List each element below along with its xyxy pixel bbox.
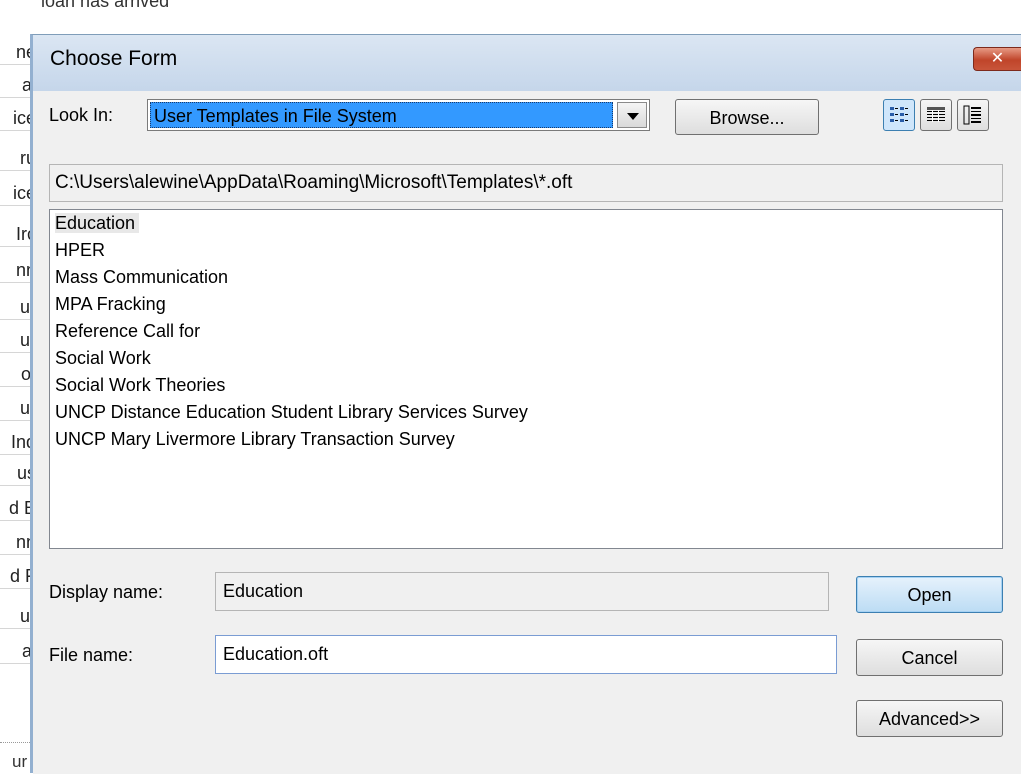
open-button[interactable]: Open xyxy=(856,576,1003,613)
form-list-item-label: UNCP Mary Livermore Library Transaction … xyxy=(55,429,455,449)
look-in-selected-value: User Templates in File System xyxy=(150,102,613,128)
properties-view-icon xyxy=(963,105,981,125)
display-name-label: Display name: xyxy=(49,582,164,602)
background-header: sted loan has arrived xyxy=(0,0,1021,26)
form-list-item-label: UNCP Distance Education Student Library … xyxy=(55,402,528,422)
close-button[interactable]: ✕ xyxy=(973,47,1021,71)
list-view-button[interactable] xyxy=(883,99,915,131)
chevron-down-icon[interactable] xyxy=(617,102,647,128)
cancel-button[interactable]: Cancel xyxy=(856,639,1003,676)
form-list-item[interactable]: Mass Communication xyxy=(50,264,1002,291)
form-list-item-label: Social Work xyxy=(55,348,151,368)
list-view-icon xyxy=(890,107,908,122)
details-view-button[interactable] xyxy=(920,99,952,131)
form-list[interactable]: Education HPER Mass Communication MPA Frack… xyxy=(49,209,1003,549)
form-list-item-label: Reference Call for xyxy=(55,321,201,341)
form-list-item[interactable]: MPA Fracking xyxy=(50,291,1002,318)
choose-form-dialog: Choose Form ✕ Look In: User Templates in… xyxy=(30,34,1021,774)
title-bar[interactable]: Choose Form ✕ xyxy=(33,35,1021,91)
look-in-dropdown[interactable]: User Templates in File System xyxy=(147,99,650,131)
form-list-item-label: HPER xyxy=(55,240,106,260)
form-list-item[interactable]: Social Work Theories xyxy=(50,372,1002,399)
browse-button[interactable]: Browse... xyxy=(675,99,819,135)
file-name-input[interactable]: Education.oft xyxy=(215,635,837,674)
dialog-body: Look In: User Templates in File System B… xyxy=(33,91,1021,774)
form-list-item-label: MPA Fracking xyxy=(55,294,166,314)
form-list-item[interactable]: UNCP Mary Livermore Library Transaction … xyxy=(50,426,1002,453)
advanced-button[interactable]: Advanced>> xyxy=(856,700,1003,737)
look-in-value-text: User Templates in File System xyxy=(154,106,397,126)
display-name-field: Education xyxy=(215,572,829,611)
form-list-item-label: Education xyxy=(55,213,140,233)
form-list-item[interactable]: Education xyxy=(50,210,1002,237)
form-list-item-label: Social Work Theories xyxy=(55,375,226,395)
background-bottom-text: ur xyxy=(12,752,28,771)
close-icon: ✕ xyxy=(990,50,1005,67)
details-view-icon xyxy=(927,107,945,122)
path-display: C:\Users\alewine\AppData\Roaming\Microso… xyxy=(49,164,1003,202)
form-list-item[interactable]: UNCP Distance Education Student Library … xyxy=(50,399,1002,426)
look-in-label: Look In: xyxy=(49,105,114,125)
form-list-item[interactable]: HPER xyxy=(50,237,1002,264)
properties-view-button[interactable] xyxy=(957,99,989,131)
form-list-item[interactable]: Reference Call for xyxy=(50,318,1002,345)
file-name-label: File name: xyxy=(49,645,134,665)
form-list-item[interactable]: Social Work xyxy=(50,345,1002,372)
form-list-item-label: Mass Communication xyxy=(55,267,229,287)
dialog-title: Choose Form xyxy=(50,47,178,70)
